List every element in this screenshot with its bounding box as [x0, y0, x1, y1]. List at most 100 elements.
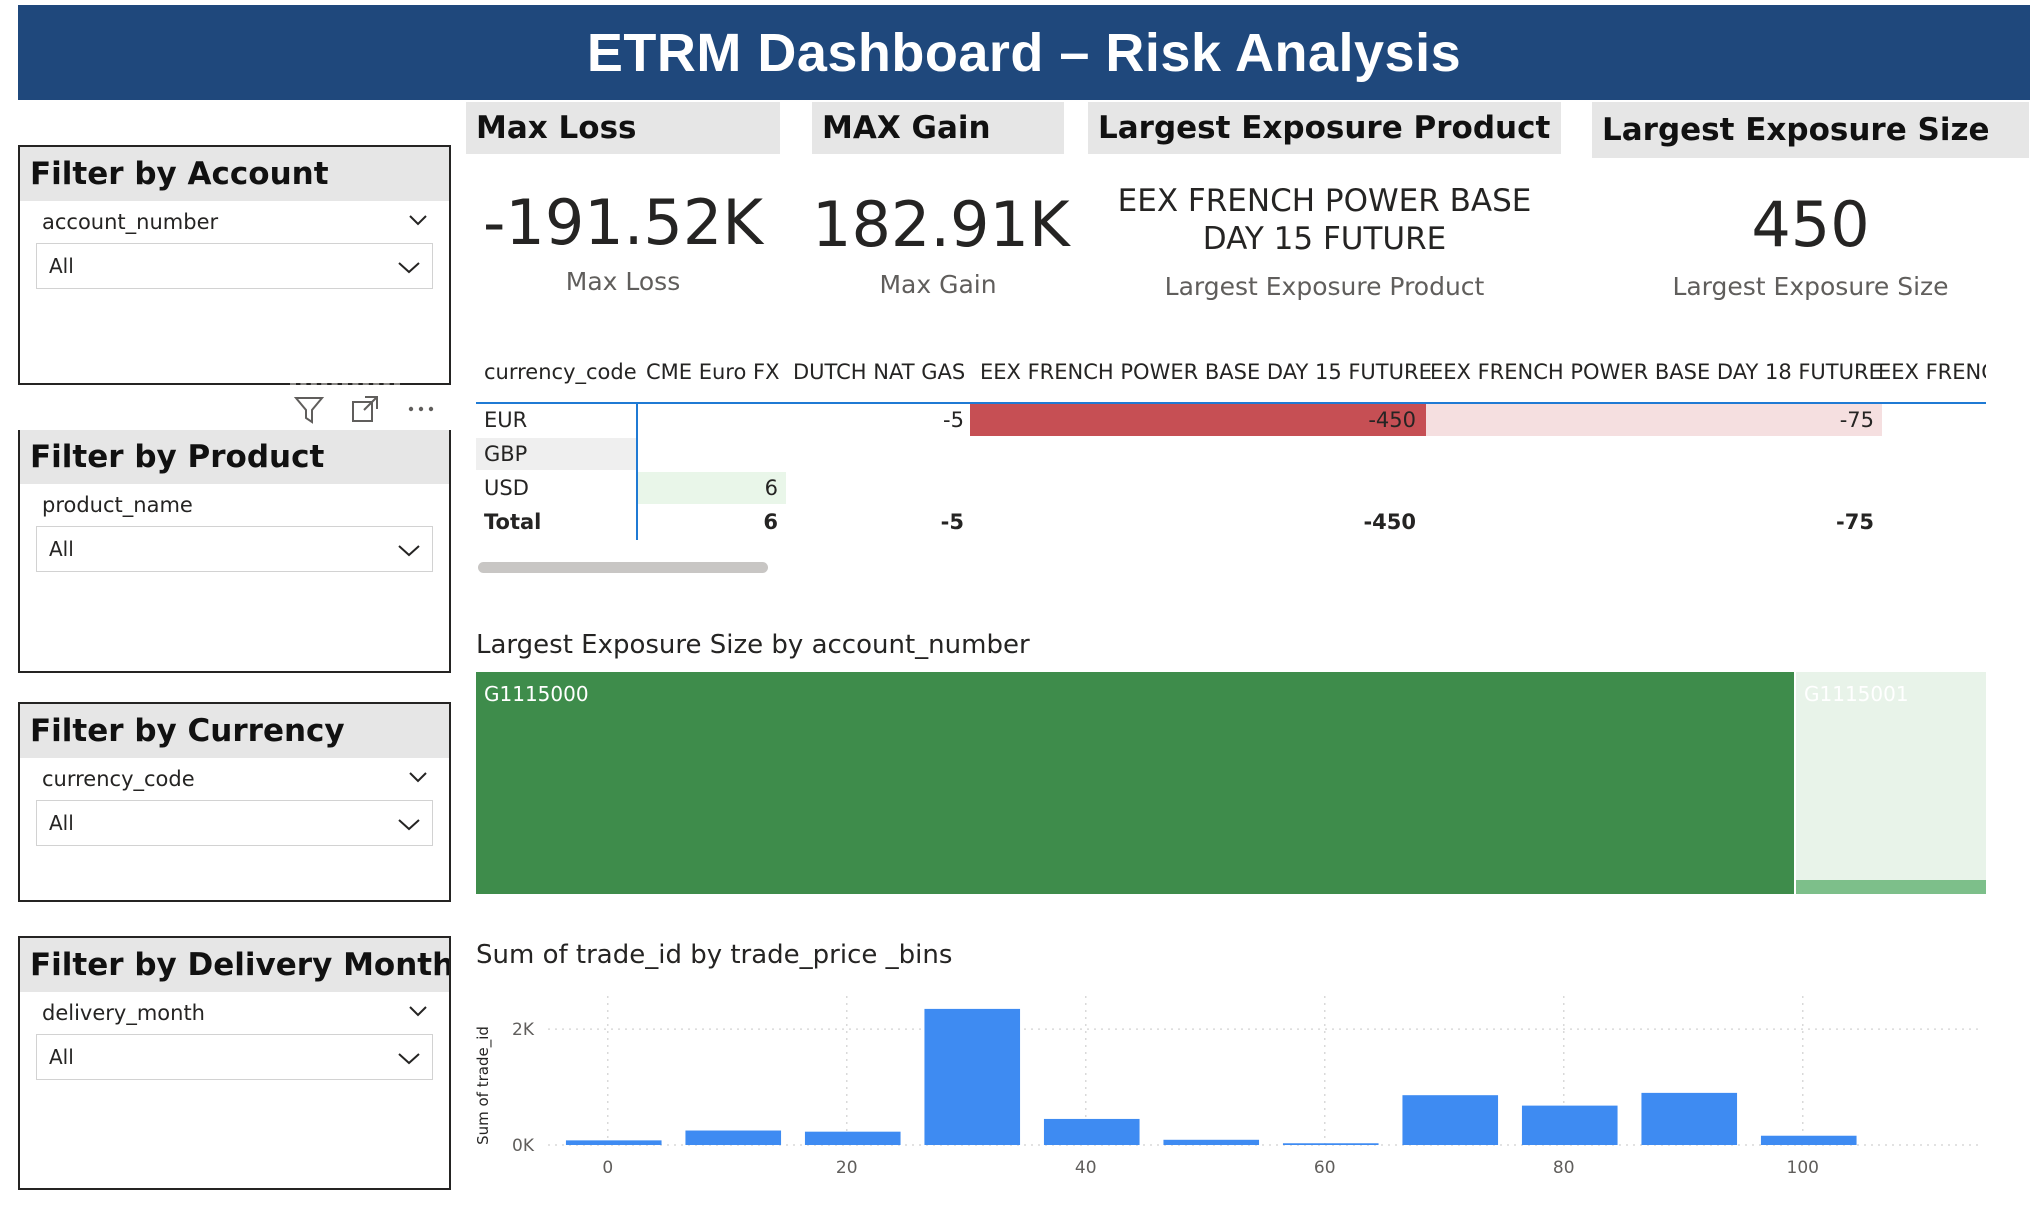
- more-options-icon[interactable]: [405, 393, 437, 425]
- visual-header-divider: [290, 383, 400, 385]
- chart-title: Sum of trade_id by trade_price _bins: [476, 940, 953, 970]
- treemap-tile[interactable]: G1115000: [476, 672, 1794, 894]
- slicer-product: Filter by Product product_name All: [18, 430, 451, 673]
- bar: [804, 1131, 901, 1145]
- matrix-column-header[interactable]: DUTCH NAT GAS: [793, 360, 965, 384]
- bar: [685, 1130, 782, 1145]
- kpi-header-max-loss: Max Loss: [466, 102, 780, 154]
- product-dropdown[interactable]: All: [36, 526, 433, 572]
- bar: [565, 1140, 662, 1145]
- matrix-total-cell: -75: [1836, 510, 1874, 534]
- x-tick-label: 60: [1314, 1158, 1336, 1178]
- matrix-cell: 6: [764, 476, 778, 500]
- matrix-total-label: Total: [484, 510, 542, 534]
- bar: [1641, 1092, 1738, 1145]
- kpi-header-largest-exposure-product: Largest Exposure Product: [1088, 102, 1561, 154]
- treemap-title: Largest Exposure Size by account_number: [476, 630, 1030, 660]
- currency-product-matrix: currency_code CME Euro FX DUTCH NAT GAS …: [476, 352, 1986, 582]
- dropdown-value: All: [49, 811, 74, 835]
- kpi-label-largest-exposure-size: Largest Exposure Size: [1672, 272, 1949, 301]
- matrix-total-cell: -5: [940, 510, 964, 534]
- delivery-month-dropdown[interactable]: All: [36, 1034, 433, 1080]
- x-tick-label: 100: [1787, 1158, 1819, 1178]
- bar: [1043, 1118, 1140, 1145]
- matrix-cell: -75: [1839, 408, 1874, 432]
- matrix-total-cell: -450: [1363, 510, 1416, 534]
- matrix-column-header[interactable]: EEX FRENCH POWER BASE DAY 15 FUTURE: [980, 360, 1432, 384]
- slicer-field-label: product_name: [42, 493, 193, 517]
- bar: [924, 1008, 1021, 1145]
- slicer-delivery-month: Filter by Delivery Month delivery_month …: [18, 936, 451, 1190]
- title-banner: ETRM Dashboard – Risk Analysis: [18, 5, 2030, 100]
- matrix-row-label[interactable]: GBP: [484, 442, 527, 466]
- kpi-label-largest-exposure-product: Largest Exposure Product: [1164, 272, 1485, 301]
- kpi-value-largest-exposure-product: EEX FRENCH POWER BASE DAY 15 FUTURE: [1088, 182, 1561, 258]
- account-dropdown[interactable]: All: [36, 243, 433, 289]
- slicer-title: Filter by Currency: [20, 704, 449, 758]
- kpi-value-max-loss: -191.52K: [483, 186, 763, 259]
- y-axis-label: Sum of trade_id: [474, 1026, 493, 1145]
- page-title: ETRM Dashboard – Risk Analysis: [586, 22, 1462, 83]
- slicer-currency: Filter by Currency currency_code All: [18, 702, 451, 902]
- chevron-down-icon[interactable]: [407, 209, 429, 231]
- kpi-header-largest-exposure-size: Largest Exposure Size: [1592, 102, 2029, 158]
- kpi-label-max-loss: Max Loss: [565, 267, 681, 296]
- bar: [1402, 1095, 1499, 1145]
- x-tick-label: 40: [1075, 1158, 1097, 1178]
- matrix-column-header[interactable]: EEX FRENCH POWER BASE DAY 18 FUTURE: [1430, 360, 1882, 384]
- slicer-title: Filter by Delivery Month: [20, 938, 449, 992]
- matrix-header-divider: [476, 402, 1986, 404]
- chevron-down-icon[interactable]: [407, 1000, 429, 1022]
- bar: [1163, 1139, 1260, 1145]
- chevron-down-icon[interactable]: [396, 539, 422, 561]
- y-tick-label: 2K: [512, 1020, 535, 1040]
- exposure-treemap: G1115000 G1115001: [476, 672, 1986, 894]
- slicer-field-label: currency_code: [42, 767, 195, 791]
- horizontal-scrollbar[interactable]: [478, 562, 768, 573]
- bar: [1282, 1143, 1379, 1145]
- treemap-tile-highlight: [1796, 880, 1986, 894]
- chevron-down-icon[interactable]: [396, 1047, 422, 1069]
- matrix-column-header[interactable]: EEX FRENC: [1878, 360, 1986, 384]
- slicer-field-header[interactable]: product_name: [20, 484, 449, 526]
- matrix-row-label[interactable]: USD: [484, 476, 529, 500]
- chevron-down-icon[interactable]: [407, 766, 429, 788]
- x-tick-label: 80: [1553, 1158, 1575, 1178]
- kpi-value-line: DAY 15 FUTURE: [1202, 221, 1447, 257]
- slicer-field-header[interactable]: delivery_month: [20, 992, 449, 1034]
- kpi-label-max-gain: Max Gain: [879, 270, 997, 299]
- dropdown-value: All: [49, 537, 74, 561]
- chevron-down-icon[interactable]: [396, 256, 422, 278]
- treemap-tile-label: G1115000: [484, 682, 589, 706]
- matrix-row-label[interactable]: EUR: [484, 408, 527, 432]
- kpi-value-line: EEX FRENCH POWER BASE: [1117, 183, 1532, 219]
- trade-price-bins-chart: 0K 2K 0 20 40 60 80 100 Sum of trade_id: [474, 996, 1982, 1178]
- matrix-row-header[interactable]: currency_code: [484, 360, 637, 384]
- treemap-tile-label: G1115001: [1804, 682, 1909, 706]
- matrix-cell: -450: [1368, 408, 1416, 432]
- bar: [1760, 1135, 1857, 1145]
- kpi-header-max-gain: MAX Gain: [812, 102, 1064, 154]
- dropdown-value: All: [49, 254, 74, 278]
- focus-mode-icon[interactable]: [349, 393, 381, 425]
- slicer-field-label: account_number: [42, 210, 219, 234]
- slicer-account: Filter by Account account_number All: [18, 145, 451, 385]
- chevron-down-icon[interactable]: [396, 813, 422, 835]
- matrix-total-cell: 6: [763, 510, 778, 534]
- bar: [1521, 1105, 1618, 1145]
- y-tick-label: 0K: [512, 1136, 535, 1156]
- x-tick-label: 20: [836, 1158, 858, 1178]
- filter-icon[interactable]: [293, 393, 325, 425]
- matrix-column-header[interactable]: CME Euro FX: [646, 360, 779, 384]
- kpi-value-largest-exposure-size: 450: [1751, 188, 1870, 261]
- slicer-field-header[interactable]: currency_code: [20, 758, 449, 800]
- treemap-tile[interactable]: G1115001: [1796, 672, 1986, 894]
- currency-dropdown[interactable]: All: [36, 800, 433, 846]
- slicer-field-label: delivery_month: [42, 1001, 205, 1025]
- slicer-title: Filter by Product: [20, 430, 449, 484]
- slicer-title: Filter by Account: [20, 147, 449, 201]
- kpi-value-max-gain: 182.91K: [812, 188, 1070, 261]
- slicer-field-header[interactable]: account_number: [20, 201, 449, 243]
- dropdown-value: All: [49, 1045, 74, 1069]
- x-tick-label: 0: [602, 1158, 613, 1178]
